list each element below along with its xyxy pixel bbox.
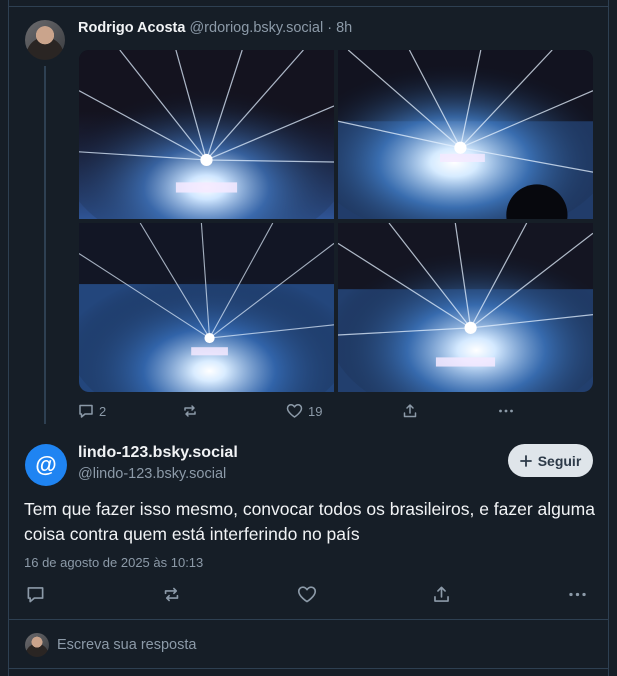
more-icon: [499, 409, 513, 413]
more-icon: [569, 592, 586, 597]
parent-like-count: 19: [308, 403, 323, 419]
parent-author-avatar[interactable]: [25, 20, 65, 60]
repost-icon: [164, 587, 179, 602]
parent-like-button[interactable]: 19: [286, 403, 402, 419]
reply-author-name[interactable]: lindo-123.bsky.social: [78, 444, 238, 462]
reply-like-button[interactable]: [297, 585, 432, 604]
compose-reply-prompt[interactable]: Escreva sua resposta: [57, 637, 196, 653]
like-icon: [297, 586, 317, 603]
reply-share-button[interactable]: [432, 585, 568, 604]
concert-photo-1[interactable]: [79, 50, 334, 219]
at-sign-avatar-icon: @: [35, 452, 57, 477]
repost-icon: [184, 405, 196, 417]
parent-post-actions: 2 19: [78, 403, 598, 419]
parent-more-button[interactable]: [498, 403, 514, 419]
concert-photo-4[interactable]: [338, 223, 593, 392]
thread-connector-line: [44, 66, 46, 424]
current-user-avatar: [25, 633, 49, 657]
like-icon: [286, 404, 303, 418]
image-grid: [79, 50, 593, 392]
parent-author-handle[interactable]: @rdoriog.bsky.social: [189, 20, 323, 36]
plus-icon: [519, 454, 532, 467]
reply-repost-button[interactable]: [162, 585, 297, 604]
follow-button[interactable]: Seguir: [508, 444, 593, 477]
parent-share-button[interactable]: [402, 403, 498, 419]
reply-post-actions: [26, 585, 596, 604]
compose-divider-bottom: [8, 668, 609, 669]
reply-icon: [27, 587, 44, 603]
parent-post-time: · 8h: [323, 20, 353, 36]
parent-reply-button[interactable]: 2: [78, 403, 182, 419]
compose-divider-top: [8, 619, 609, 620]
reply-post-date[interactable]: 16 de agosto de 2025 às 10:13: [24, 555, 203, 570]
reply-post-text: Tem que fazer isso mesmo, convocar todos…: [24, 499, 595, 544]
reply-reply-button[interactable]: [26, 585, 162, 604]
top-divider: [8, 6, 609, 7]
follow-button-label: Seguir: [537, 452, 582, 469]
parent-reply-count: 2: [99, 403, 107, 419]
parent-post-header: Rodrigo Acosta @rdoriog.bsky.social · 8h: [78, 20, 352, 36]
share-icon: [403, 404, 417, 418]
parent-author-name[interactable]: Rodrigo Acosta: [78, 20, 185, 36]
reply-author-avatar[interactable]: @: [25, 444, 67, 486]
concert-photo-2[interactable]: [338, 50, 593, 219]
reply-icon: [79, 404, 93, 418]
reply-author-handle[interactable]: @lindo-123.bsky.social: [78, 466, 226, 482]
parent-repost-button[interactable]: [182, 403, 286, 419]
reply-more-button[interactable]: [568, 585, 587, 604]
concert-photo-3[interactable]: [79, 223, 334, 392]
share-icon: [434, 586, 449, 602]
